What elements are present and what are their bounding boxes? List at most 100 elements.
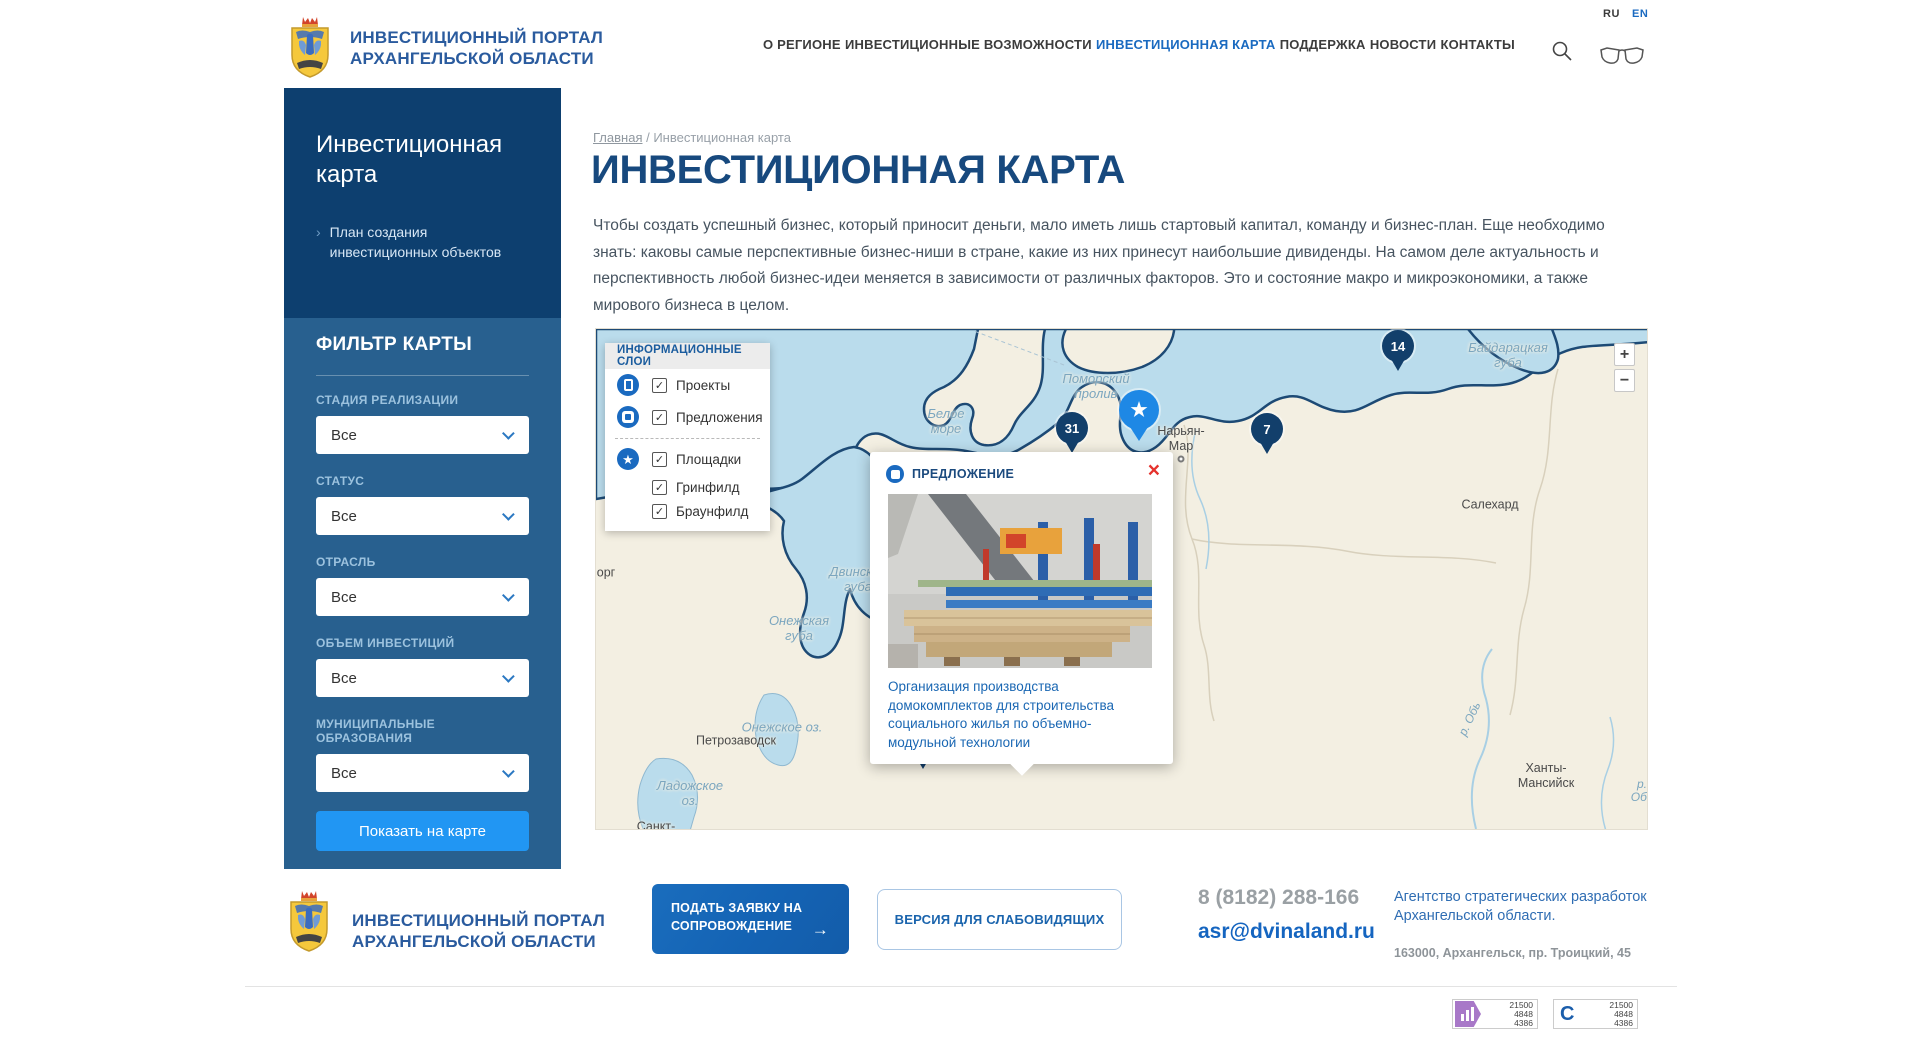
map-filter-panel: ФИЛЬТР КАРТЫ СТАДИЯ РЕАЛИЗАЦИИ Все СТАТУ…: [284, 318, 561, 869]
footer-phone[interactable]: 8 (8182) 288-166: [1198, 886, 1359, 910]
visit-counter-badge-1[interactable]: 2150048484386: [1452, 999, 1538, 1029]
counter-values: 2150048484386: [1509, 1001, 1537, 1028]
apply-button-line2: СОПРОВОЖДЕНИЕ: [671, 917, 831, 935]
filter-selected-value: Все: [331, 427, 357, 444]
breadcrumb-home-link[interactable]: Главная: [593, 130, 642, 145]
pin-tail: [1130, 427, 1148, 441]
accessibility-glasses-icon[interactable]: [1599, 46, 1645, 66]
map-marker-pin[interactable]: 7: [1251, 413, 1283, 454]
nav-item-поддержка[interactable]: ПОДДЕРЖКА: [1280, 37, 1366, 52]
map-marker-pin[interactable]: ★: [1119, 390, 1159, 441]
sputnik-c-icon: C: [1560, 1003, 1574, 1026]
counter-values: 2150048484386: [1609, 1001, 1637, 1028]
bar-chart-icon: [1455, 1001, 1481, 1027]
filter-select[interactable]: Все: [316, 659, 529, 697]
layer-icon: [617, 406, 639, 428]
search-icon[interactable]: [1550, 39, 1574, 63]
sidebar-header-block: Инвестиционная карта › План создания инв…: [284, 88, 561, 318]
pin-value: 14: [1382, 330, 1414, 362]
page-title: ИНВЕСТИЦИОННАЯ КАРТА: [591, 148, 1125, 193]
layer-checkbox[interactable]: ✓: [652, 410, 667, 425]
layers-rows: ✓ Проекты ✓ Предложения ★ ✓ Площадки ✓ Г…: [605, 369, 770, 523]
filter-select[interactable]: Все: [316, 754, 529, 792]
intro-paragraph: Чтобы создать успешный бизнес, который п…: [593, 213, 1639, 319]
filter-panel-title: ФИЛЬТР КАРТЫ: [316, 334, 529, 376]
filter-group: МУНИЦИПАЛЬНЫЕ ОБРАЗОВАНИЯ Все: [316, 717, 529, 792]
layer-label: Проекты: [676, 378, 730, 393]
filter-selected-value: Все: [331, 670, 357, 687]
filter-select[interactable]: Все: [316, 578, 529, 616]
layer-checkbox[interactable]: ✓: [652, 504, 667, 519]
nav-item-контакты[interactable]: КОНТАКТЫ: [1440, 37, 1514, 52]
filter-select[interactable]: Все: [316, 497, 529, 535]
map-zoom-in-button[interactable]: +: [1614, 343, 1635, 366]
layers-panel-title: ИНФОРМАЦИОННЫЕ СЛОИ: [605, 343, 770, 369]
chevron-down-icon: [502, 589, 515, 602]
sidebar-item-plan[interactable]: › План создания инвестиционных объектов: [316, 222, 531, 262]
main-nav: О РЕГИОНЕ ИНВЕСТИЦИОННЫЕ ВОЗМОЖНОСТИ ИНВЕС…: [763, 0, 1515, 88]
layer-checkbox[interactable]: ✓: [652, 378, 667, 393]
arrow-right-icon: →: [812, 921, 829, 939]
investment-map[interactable]: Белое мореБайдарацкая губаПоморский прол…: [595, 328, 1648, 830]
nav-item-инвестиционные-возможности[interactable]: ИНВЕСТИЦИОННЫЕ ВОЗМОЖНОСТИ: [845, 37, 1092, 52]
layer-label: Гринфилд: [676, 480, 739, 495]
footer-site-title: ИНВЕСТИЦИОННЫЙ ПОРТАЛ АРХАНГЕЛЬСКОЙ ОБЛА…: [352, 910, 605, 952]
filter-label: ОТРАСЛЬ: [316, 555, 529, 569]
accessibility-version-button[interactable]: ВЕРСИЯ ДЛЯ СЛАБОВИДЯЩИХ: [877, 889, 1122, 950]
filter-label: МУНИЦИПАЛЬНЫЕ ОБРАЗОВАНИЯ: [316, 717, 529, 745]
site-title-line1: ИНВЕСТИЦИОННЫЙ ПОРТАЛ: [350, 27, 603, 48]
pin-tail: [1260, 442, 1274, 454]
map-zoom-out-button[interactable]: −: [1614, 369, 1635, 392]
filter-group: СТАТУС Все: [316, 474, 529, 535]
offer-title-link[interactable]: Организация производства домокомплектов …: [888, 678, 1130, 752]
layer-row: ✓ Проекты: [605, 369, 770, 401]
nav-item-о-регионе[interactable]: О РЕГИОНЕ: [763, 37, 841, 52]
site-title-line2: АРХАНГЕЛЬСКОЙ ОБЛАСТИ: [350, 48, 603, 69]
popup-close-icon[interactable]: ×: [1148, 461, 1160, 481]
popup-header: ПРЕДЛОЖЕНИЕ: [870, 452, 1173, 483]
breadcrumb-separator: /: [642, 130, 653, 145]
chevron-down-icon: [502, 765, 515, 778]
sidebar-plan-label: План создания инвестиционных объектов: [330, 222, 531, 262]
layer-row: ✓ Предложения: [605, 401, 770, 433]
footer-title-line1: ИНВЕСТИЦИОННЫЙ ПОРТАЛ: [352, 910, 605, 931]
city-dot: [1178, 456, 1185, 463]
factory-photo-illustration: [888, 494, 1152, 668]
filter-selected-value: Все: [331, 508, 357, 525]
breadcrumb-current: Инвестиционная карта: [653, 130, 791, 145]
filter-label: ОБЪЕМ ИНВЕСТИЦИЙ: [316, 636, 529, 650]
show-on-map-button[interactable]: Показать на карте: [316, 811, 529, 851]
info-layers-panel: ИНФОРМАЦИОННЫЕ СЛОИ ✓ Проекты ✓ Предложе…: [605, 343, 770, 531]
nav-item-новости[interactable]: НОВОСТИ: [1370, 37, 1436, 52]
header: RU EN ИНВЕСТИЦИОННЫЙ ПОРТАЛ АРХАНГЕЛЬСКО…: [0, 0, 1920, 88]
footer-agency-name: Агентство стратегических разработок Арха…: [1394, 888, 1664, 926]
filter-groups: СТАДИЯ РЕАЛИЗАЦИИ Все СТАТУС Все ОТРАСЛЬ…: [316, 393, 529, 792]
lang-en-button[interactable]: EN: [1632, 8, 1648, 20]
lang-ru-button[interactable]: RU: [1603, 8, 1620, 20]
site-logo[interactable]: [287, 15, 333, 79]
map-marker-pin[interactable]: 14: [1382, 330, 1414, 371]
filter-label: СТАДИЯ РЕАЛИЗАЦИИ: [316, 393, 529, 407]
filter-select[interactable]: Все: [316, 416, 529, 454]
filter-group: ОБЪЕМ ИНВЕСТИЦИЙ Все: [316, 636, 529, 697]
chevron-down-icon: [502, 670, 515, 683]
layer-icon: [617, 374, 639, 396]
apply-button-line1: ПОДАТЬ ЗАЯВКУ НА: [671, 899, 831, 917]
site-title: ИНВЕСТИЦИОННЫЙ ПОРТАЛ АРХАНГЕЛЬСКОЙ ОБЛА…: [350, 27, 603, 69]
chevron-down-icon: [502, 427, 515, 440]
filter-selected-value: Все: [331, 589, 357, 606]
nav-item-инвестиционная-карта[interactable]: ИНВЕСТИЦИОННАЯ КАРТА: [1096, 37, 1276, 52]
layer-checkbox[interactable]: ✓: [652, 480, 667, 495]
map-marker-pin[interactable]: 31: [1056, 412, 1088, 453]
layer-label: Площадки: [676, 452, 741, 467]
popup-type-label: ПРЕДЛОЖЕНИЕ: [912, 467, 1014, 481]
layer-label: Предложения: [676, 410, 763, 425]
layer-checkbox[interactable]: ✓: [652, 452, 667, 467]
footer-logo[interactable]: [286, 888, 332, 954]
visit-counter-badge-2[interactable]: C 2150048484386: [1553, 999, 1638, 1029]
footer-email-link[interactable]: asr@dvinaland.ru: [1198, 920, 1375, 944]
filter-selected-value: Все: [331, 765, 357, 782]
filter-group: ОТРАСЛЬ Все: [316, 555, 529, 616]
apply-support-button[interactable]: ПОДАТЬ ЗАЯВКУ НА СОПРОВОЖДЕНИЕ →: [652, 884, 849, 954]
offer-photo: [888, 494, 1152, 668]
